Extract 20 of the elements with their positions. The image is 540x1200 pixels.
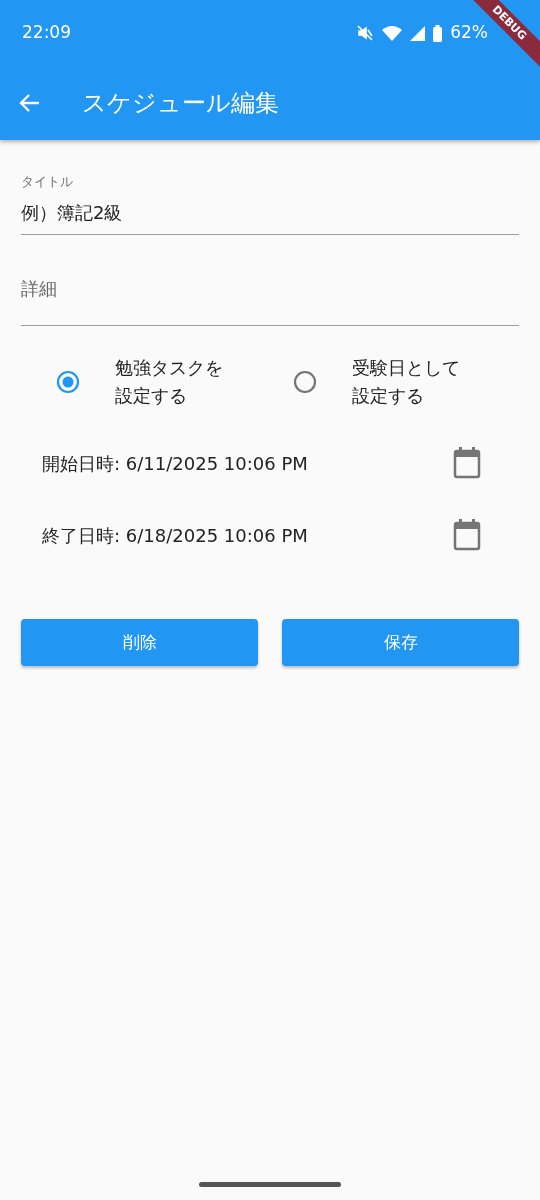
mute-icon [356,24,375,42]
field-label: タイトル [21,173,74,191]
status-time: 22:09 [22,21,71,45]
radio-button[interactable] [292,369,318,396]
text-field[interactable]: 例）簿記2級 [21,191,519,234]
calendar-icon[interactable] [453,519,481,552]
text-field[interactable]: 詳細 [21,260,519,317]
radio-button[interactable] [55,369,81,396]
signal-icon [410,25,426,41]
action-button[interactable]: 保存 [282,619,519,667]
radio-label: 勉強タスクを設定する [115,355,224,409]
battery-icon [433,24,443,42]
battery-level: 62% [450,21,488,45]
screen-title: スケジュール編集 [82,88,279,119]
date-time-text: 開始日時: 6/11/2025 10:06 PM [42,451,308,476]
date-time-text: 終了日時: 6/18/2025 10:06 PM [42,523,308,548]
wifi-icon [382,25,403,41]
radio-label: 受験日として設定する [352,355,461,409]
calendar-icon[interactable] [453,447,481,480]
action-button[interactable]: 削除 [21,619,258,667]
